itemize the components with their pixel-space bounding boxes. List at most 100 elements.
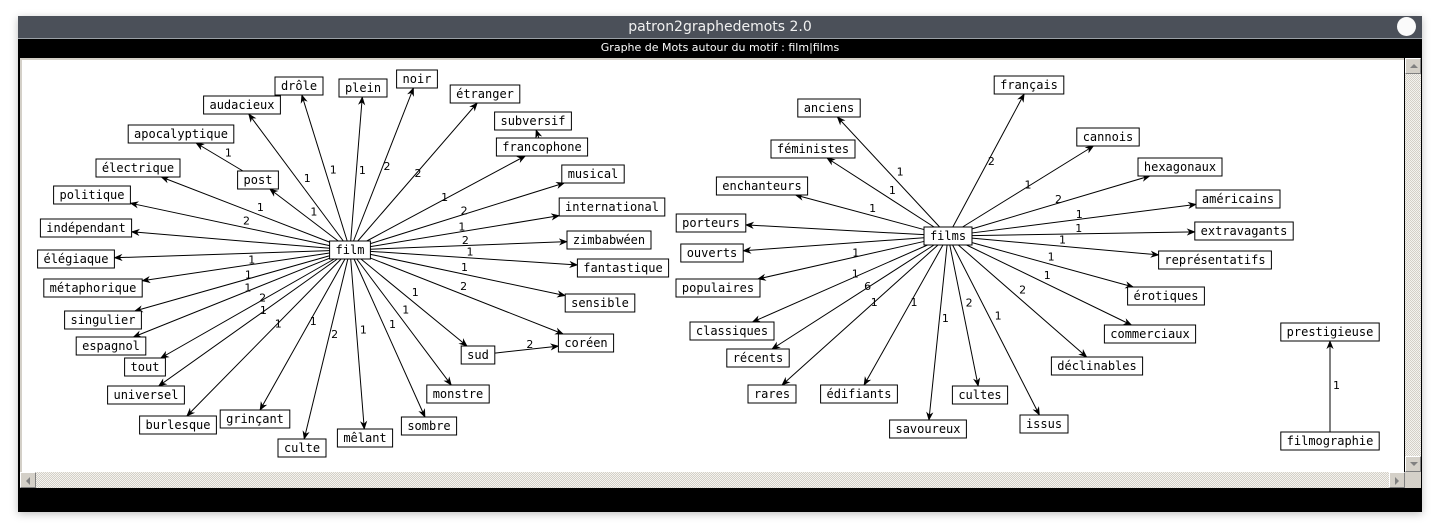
edge-weight-label: 2 [460,280,467,293]
node-label: plein [345,81,381,95]
word-node-filmographie[interactable]: filmographie [1280,431,1380,451]
node-label: commerciaux [1110,327,1189,341]
word-node-subversif[interactable]: subversif [494,111,572,131]
word-node-universel[interactable]: universel [107,385,185,405]
word-node-sud[interactable]: sud [460,345,496,365]
word-node-francais[interactable]: français [993,75,1065,95]
word-node-issus[interactable]: issus [1019,414,1069,434]
word-node-international[interactable]: international [558,197,666,217]
node-label: zimbabwéen [573,233,645,247]
word-node-enchanteurs[interactable]: enchanteurs [715,176,809,196]
node-label: cannois [1083,130,1134,144]
word-node-edifiants[interactable]: édifiants [820,384,898,404]
node-label: savoureux [895,422,960,436]
word-node-cannois[interactable]: cannois [1076,127,1140,147]
word-node-films[interactable]: films [923,226,973,246]
word-node-recents[interactable]: récents [726,348,790,368]
scroll-down-button[interactable] [1405,456,1421,472]
word-node-ouverts[interactable]: ouverts [680,243,744,263]
scroll-up-button[interactable] [1405,58,1421,74]
edge-arrow [826,157,935,228]
word-node-americains[interactable]: américains [1195,189,1281,209]
edge-weight-label: 1 [871,296,878,309]
word-node-classiques[interactable]: classiques [689,321,775,341]
word-node-savoureux[interactable]: savoureux [889,419,967,439]
node-label: apocalyptique [134,127,228,141]
word-node-commerciaux[interactable]: commerciaux [1103,324,1197,344]
node-label: noir [403,72,432,86]
word-node-monstre[interactable]: monstre [426,384,490,404]
word-node-extravagants[interactable]: extravagants [1194,221,1294,241]
word-node-musical[interactable]: musical [561,164,625,184]
edge-weight-label: 1 [1333,379,1340,392]
word-node-politique[interactable]: politique [53,185,131,205]
graph-canvas[interactable]: 1122111121212111112122111111221112111111… [20,58,1404,472]
word-node-rares[interactable]: rares [747,384,797,404]
edge-weight-label: 1 [1075,222,1082,235]
word-node-noir[interactable]: noir [396,69,438,89]
word-node-apocalyptique[interactable]: apocalyptique [127,124,235,144]
node-label: francophone [502,140,581,154]
word-node-burlesque[interactable]: burlesque [139,415,217,435]
edge-weight-label: 1 [304,172,311,185]
scroll-left-button[interactable] [20,472,36,488]
word-node-grincant[interactable]: grinçant [219,409,291,429]
word-node-anciens[interactable]: anciens [797,98,861,118]
close-button[interactable] [1397,17,1416,36]
word-node-cultes[interactable]: cultes [951,385,1009,405]
word-node-sensible[interactable]: sensible [564,293,636,313]
word-node-plein[interactable]: plein [338,78,388,98]
word-node-populaires[interactable]: populaires [675,278,761,298]
word-node-independant[interactable]: indépendant [39,218,133,238]
word-node-espagnol[interactable]: espagnol [75,336,147,356]
word-node-drole[interactable]: drôle [274,76,324,96]
word-node-feministes[interactable]: féministes [770,139,856,159]
word-node-hexagonaux[interactable]: hexagonaux [1137,157,1223,177]
word-node-coreen[interactable]: coréen [557,333,615,353]
node-label: films [930,229,966,243]
node-label: élégiaque [43,252,108,266]
horizontal-scrollbar[interactable] [20,472,1405,488]
node-label: coréen [564,336,607,350]
edge-weight-label: 1 [995,310,1002,323]
edge-arrow [302,258,349,440]
node-label: drôle [281,79,317,93]
graph-subtitle: Graphe de Mots autour du motif : film|fi… [18,39,1422,57]
word-node-culte[interactable]: culte [277,438,327,458]
word-node-electrique[interactable]: électrique [95,158,181,178]
word-node-metaphorique[interactable]: métaphorique [43,278,143,298]
word-node-representatifs[interactable]: représentatifs [1158,250,1272,270]
nodes-layer: film drôle plein noir étranger audacieux apoca… [37,69,1380,458]
word-node-post[interactable]: post [237,170,279,190]
word-node-prestigieuse[interactable]: prestigieuse [1280,322,1380,342]
edge-weight-label: 1 [869,202,876,215]
word-node-zimbabween[interactable]: zimbabwéen [566,230,652,250]
word-node-tout[interactable]: tout [124,357,166,377]
edge-arrow [195,142,244,172]
word-node-film[interactable]: film [329,240,371,260]
node-label: hexagonaux [1144,160,1216,174]
node-label: audacieux [209,98,274,112]
word-node-audacieux[interactable]: audacieux [203,95,281,115]
edge-arrow [794,193,925,231]
word-node-melant[interactable]: mêlant [336,428,394,448]
word-node-erotiques[interactable]: érotiques [1127,286,1205,306]
node-label: grinçant [226,412,284,426]
edge-weight-label: 2 [526,338,533,351]
word-node-singulier[interactable]: singulier [64,310,142,330]
node-label: récents [733,351,784,365]
word-node-etranger[interactable]: étranger [449,84,521,104]
scroll-right-button[interactable] [1389,472,1405,488]
word-node-porteurs[interactable]: porteurs [675,213,747,233]
edge-weight-label: 1 [897,166,904,179]
word-node-francophone[interactable]: francophone [495,137,589,157]
word-node-fantastique[interactable]: fantastique [576,258,670,278]
word-node-elegiaque[interactable]: élégiaque [37,249,115,269]
node-label: post [244,173,273,187]
node-label: indépendant [46,221,125,235]
edge-weight-label: 1 [245,269,252,282]
word-node-declinables[interactable]: déclinables [1050,356,1144,376]
edge-weight-label: 2 [243,215,250,228]
word-node-sombre[interactable]: sombre [400,416,458,436]
vertical-scrollbar[interactable] [1405,58,1421,472]
